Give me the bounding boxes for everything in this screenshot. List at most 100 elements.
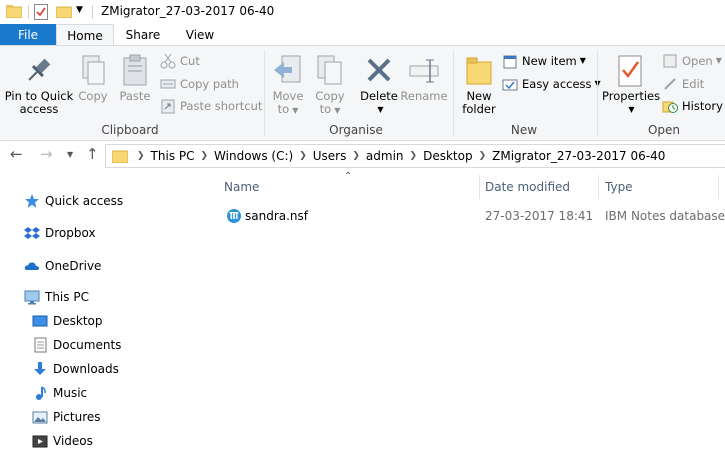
window-title: ZMigrator_27-03-2017 06-40 xyxy=(101,4,275,18)
history-label: History xyxy=(682,99,723,113)
pencil-icon xyxy=(662,76,678,92)
forward-arrow-icon[interactable]: → xyxy=(40,145,53,163)
nav-label-videos: Videos xyxy=(53,434,93,448)
nav-label-onedrive: OneDrive xyxy=(45,259,102,273)
copy-label: Copy xyxy=(78,89,108,103)
videos-icon xyxy=(32,433,48,449)
clipboard-group-label: Clipboard xyxy=(101,123,159,137)
copy-path-icon xyxy=(160,76,176,92)
back-arrow-icon[interactable]: ← xyxy=(10,145,23,163)
delete-button[interactable]: Delete ▼ xyxy=(358,50,400,116)
tab-view[interactable]: View xyxy=(172,24,228,46)
properties-quick-icon[interactable] xyxy=(34,4,48,20)
breadcrumb-desktop[interactable]: Desktop xyxy=(423,149,473,163)
nav-label-music: Music xyxy=(53,386,88,400)
rename-button[interactable]: Rename xyxy=(400,50,448,103)
nav-item-this-pc[interactable]: This PC xyxy=(24,286,89,308)
breadcrumb-admin[interactable]: admin xyxy=(366,149,404,163)
column-header-date-modified[interactable]: Date modified xyxy=(485,171,595,203)
copy-icon xyxy=(77,54,109,88)
nav-label-pictures: Pictures xyxy=(53,410,101,424)
file-row[interactable]: sandra.nsf 27-03-2017 18:41 IBM Notes da… xyxy=(207,205,725,227)
pin-label-line2: access xyxy=(19,102,59,116)
folder-icon xyxy=(5,5,23,19)
nav-item-downloads[interactable]: Downloads xyxy=(32,358,119,380)
breadcrumb-users[interactable]: Users xyxy=(313,149,347,163)
edit-button[interactable]: Edit xyxy=(662,74,704,94)
title-bar: ▼ ZMigrator_27-03-2017 06-40 xyxy=(0,0,725,24)
history-button[interactable]: History xyxy=(662,96,723,116)
nav-item-desktop[interactable]: Desktop xyxy=(32,310,103,332)
dropbox-icon xyxy=(24,225,40,241)
delete-label: Delete xyxy=(360,89,398,103)
nav-item-music[interactable]: Music xyxy=(32,382,87,404)
paste-shortcut-icon xyxy=(160,98,176,114)
paste-icon xyxy=(119,54,151,88)
copy-path-button[interactable]: Copy path xyxy=(160,74,239,94)
new-folder-icon xyxy=(463,54,495,88)
customize-quick-access-dropdown[interactable]: ▼ xyxy=(76,5,83,15)
properties-icon xyxy=(614,54,646,88)
file-list: ⌃ Name Date modified Type sandra.nsf 27-… xyxy=(207,171,725,445)
nav-label-desktop: Desktop xyxy=(53,314,103,328)
paste-label: Paste xyxy=(119,89,151,103)
history-icon xyxy=(662,98,678,114)
copy-to-button[interactable]: Copy to ▼ xyxy=(310,50,350,117)
tab-file[interactable]: File xyxy=(0,24,56,46)
breadcrumb-current-folder[interactable]: ZMigrator_27-03-2017 06-40 xyxy=(492,149,665,163)
open-button[interactable]: Open ▼ xyxy=(662,51,722,71)
nav-label-downloads: Downloads xyxy=(53,362,119,376)
scissors-icon xyxy=(160,53,176,69)
new-group-label: New xyxy=(510,123,538,137)
cut-button[interactable]: Cut xyxy=(160,51,200,71)
nav-label-dropbox: Dropbox xyxy=(45,226,96,240)
download-arrow-icon xyxy=(32,361,48,377)
breadcrumb-this-pc[interactable]: This PC xyxy=(151,149,195,163)
tab-share[interactable]: Share xyxy=(114,24,172,46)
address-bar[interactable]: ❯ This PC ❯ Windows (C:) ❯ Users ❯ admin… xyxy=(105,144,725,168)
star-icon xyxy=(24,193,40,209)
nav-item-quick-access[interactable]: Quick access xyxy=(24,190,123,212)
tab-home[interactable]: Home xyxy=(56,24,114,46)
easy-access-label: Easy access xyxy=(522,77,592,91)
nav-label-this-pc: This PC xyxy=(45,290,89,304)
navigation-bar: ← → ▼ ↑ ❯ This PC ❯ Windows (C:) ❯ Users… xyxy=(0,141,725,171)
nav-item-onedrive[interactable]: OneDrive xyxy=(24,255,101,277)
file-date-modified: 27-03-2017 18:41 xyxy=(485,209,594,223)
properties-button[interactable]: Properties ▼ xyxy=(602,50,660,116)
breadcrumb-windows-c[interactable]: Windows (C:) xyxy=(214,149,293,163)
up-arrow-icon[interactable]: ↑ xyxy=(86,145,99,163)
cut-label: Cut xyxy=(180,54,200,68)
nav-label-documents: Documents xyxy=(53,338,122,352)
documents-icon xyxy=(32,337,48,353)
new-item-button[interactable]: New item ▼ xyxy=(502,51,586,71)
monitor-icon xyxy=(24,289,40,305)
new-item-label: New item xyxy=(522,54,577,68)
move-to-button[interactable]: Move to ▼ xyxy=(268,50,308,117)
address-folder-icon xyxy=(111,149,129,164)
cloud-icon xyxy=(24,258,40,274)
new-folder-quick-icon[interactable] xyxy=(55,5,73,19)
nav-label-quick-access: Quick access xyxy=(45,194,124,208)
copy-button[interactable]: Copy xyxy=(74,50,112,103)
recent-locations-chevron-icon[interactable]: ▼ xyxy=(67,150,73,159)
edit-label: Edit xyxy=(682,77,705,91)
easy-access-button[interactable]: Easy access▼ xyxy=(502,74,601,94)
column-header-type[interactable]: Type xyxy=(605,171,715,203)
copy-path-label: Copy path xyxy=(180,77,239,91)
move-to-icon xyxy=(272,54,304,88)
pin-to-quick-access-button[interactable]: Pin to Quick access xyxy=(4,50,74,116)
easy-access-icon xyxy=(502,76,518,92)
nav-item-pictures[interactable]: Pictures xyxy=(32,406,101,428)
new-folder-button[interactable]: New folder xyxy=(458,50,500,116)
column-header-name[interactable]: Name xyxy=(224,171,474,203)
file-name: sandra.nsf xyxy=(245,209,309,223)
nav-item-documents[interactable]: Documents xyxy=(32,334,121,356)
nav-item-dropbox[interactable]: Dropbox xyxy=(24,222,96,244)
file-type: IBM Notes database xyxy=(605,209,725,223)
paste-shortcut-button[interactable]: Paste shortcut xyxy=(160,96,262,116)
organise-group-label: Organise xyxy=(329,123,383,137)
nav-item-videos[interactable]: Videos xyxy=(32,430,93,452)
desktop-icon xyxy=(32,313,48,329)
paste-button[interactable]: Paste xyxy=(114,50,156,103)
